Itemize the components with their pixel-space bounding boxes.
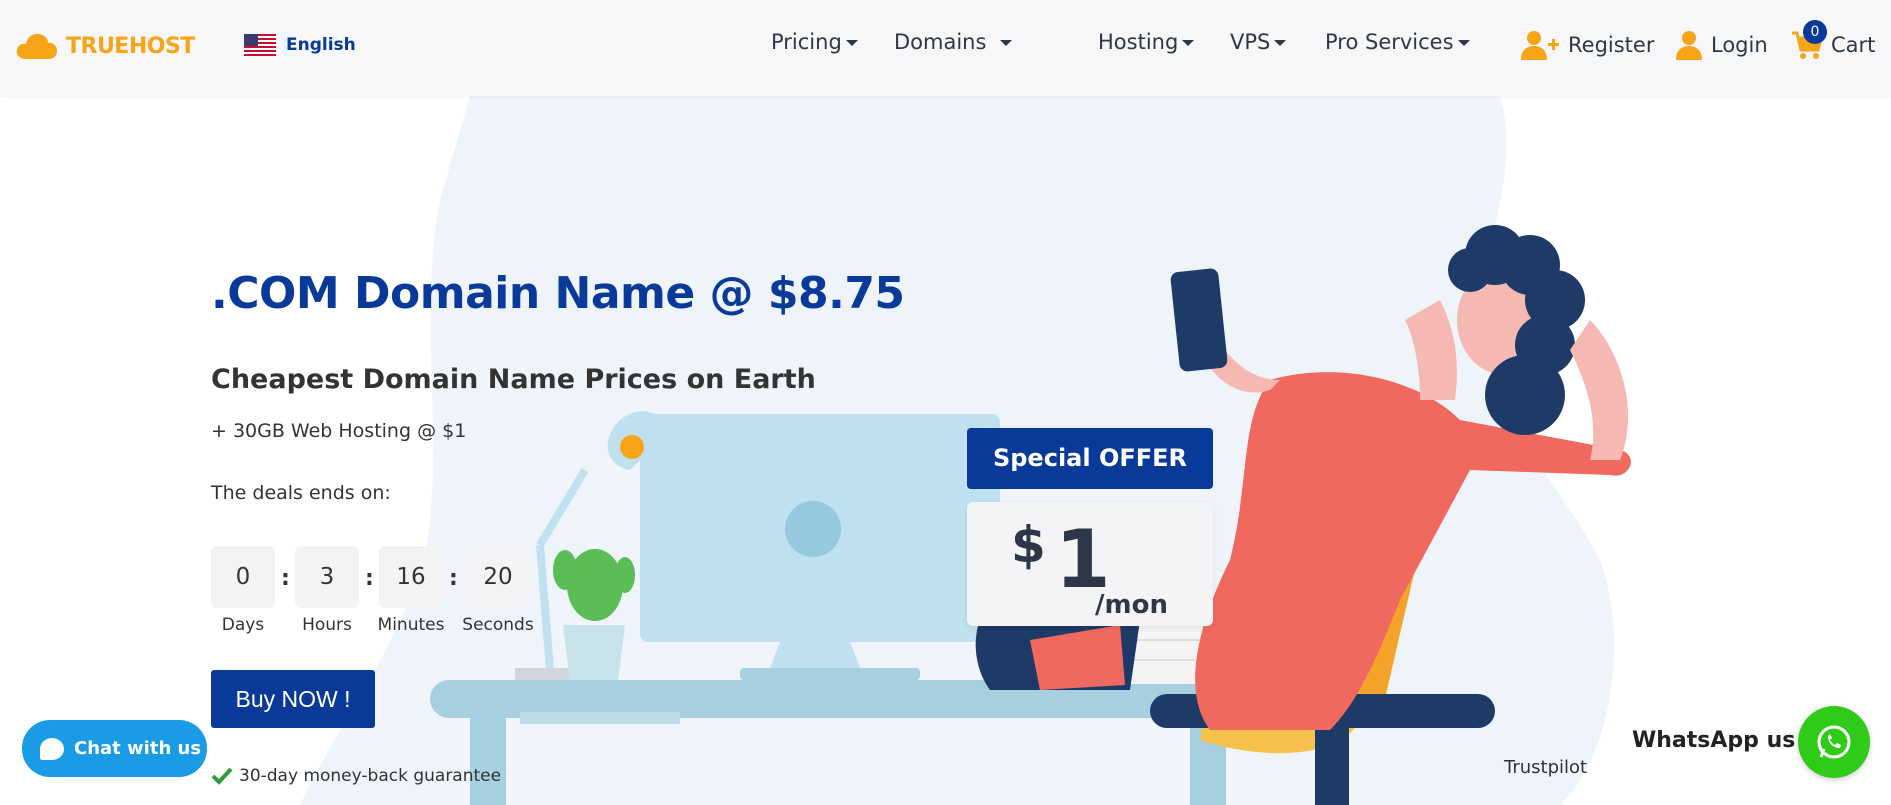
guarantee: 30-day money-back guarantee — [211, 766, 501, 786]
countdown-days: 0 — [211, 546, 275, 608]
countdown-separator: : — [365, 566, 374, 591]
nav-pro-services[interactable]: Pro Services — [1325, 30, 1470, 54]
offer-unit: /mon — [1095, 590, 1168, 620]
buy-now-button[interactable]: Buy NOW ! — [211, 670, 375, 728]
nav-label: Pro Services — [1325, 30, 1454, 54]
hero-tagline: + 30GB Web Hosting @ $1 — [211, 420, 467, 442]
whatsapp-icon — [1817, 725, 1851, 759]
countdown-seconds-label: Seconds — [462, 615, 534, 635]
nav-domains[interactable]: Domains — [894, 30, 1013, 54]
caret-down-icon — [845, 40, 858, 46]
hero-subheadline: Cheapest Domain Name Prices on Earth — [211, 364, 816, 395]
nav-label: Hosting — [1098, 30, 1179, 54]
special-offer-price: $ 1 /mon — [967, 502, 1213, 626]
cart-count-badge: 0 — [1803, 20, 1827, 44]
caret-down-icon — [1182, 40, 1195, 46]
logo[interactable]: TRUEHOST — [16, 32, 195, 60]
caret-down-icon — [1457, 40, 1470, 46]
language-selector[interactable]: English — [244, 34, 356, 56]
offer-currency: $ — [1011, 516, 1046, 574]
nav-vps[interactable]: VPS — [1230, 30, 1287, 54]
offer-amount: 1 — [1055, 513, 1111, 606]
language-label: English — [286, 35, 356, 55]
countdown-hours: 3 — [295, 546, 359, 608]
hero-headline: .COM Domain Name @ $8.75 — [211, 268, 905, 319]
nav-pricing[interactable]: Pricing — [771, 30, 858, 54]
cart-label: Cart — [1831, 33, 1876, 57]
countdown-minutes-label: Minutes — [377, 615, 445, 635]
brand-name: TRUEHOST — [66, 33, 195, 59]
nav-label: Domains — [894, 30, 987, 54]
countdown-hours-label: Hours — [302, 615, 352, 635]
nav-hosting[interactable]: Hosting — [1098, 30, 1195, 54]
guarantee-text: 30-day money-back guarantee — [239, 766, 502, 786]
chat-label: Chat with us — [74, 738, 202, 759]
trustpilot-widget[interactable]: Trustpilot — [1504, 757, 1587, 778]
caret-down-icon — [1274, 40, 1287, 46]
countdown-days-label: Days — [221, 615, 265, 635]
user-plus-icon — [1521, 31, 1559, 60]
nav-label: VPS — [1230, 30, 1271, 54]
login-label: Login — [1711, 33, 1768, 57]
countdown-minutes: 16 — [379, 546, 443, 608]
check-icon — [211, 767, 233, 785]
user-icon — [1676, 31, 1702, 60]
whatsapp-button[interactable] — [1798, 706, 1870, 778]
caret-down-icon — [1000, 40, 1013, 46]
deals-label: The deals ends on: — [211, 482, 391, 504]
login-link[interactable]: Login — [1675, 30, 1768, 60]
register-link[interactable]: Register — [1520, 30, 1654, 60]
chat-bubble-icon — [40, 737, 64, 760]
cloud-icon — [16, 33, 57, 59]
countdown-separator: : — [281, 566, 290, 591]
countdown-seconds: 20 — [466, 546, 530, 608]
chat-button[interactable]: Chat with us — [22, 720, 207, 777]
special-offer-title: Special OFFER — [967, 428, 1213, 489]
countdown-separator: : — [449, 566, 458, 591]
register-label: Register — [1568, 33, 1655, 57]
whatsapp-label[interactable]: WhatsApp us — [1632, 728, 1795, 753]
us-flag-icon — [244, 34, 276, 56]
site-header: TRUEHOST English Pricing Domains Hosting… — [0, 0, 1891, 96]
nav-label: Pricing — [771, 30, 842, 54]
